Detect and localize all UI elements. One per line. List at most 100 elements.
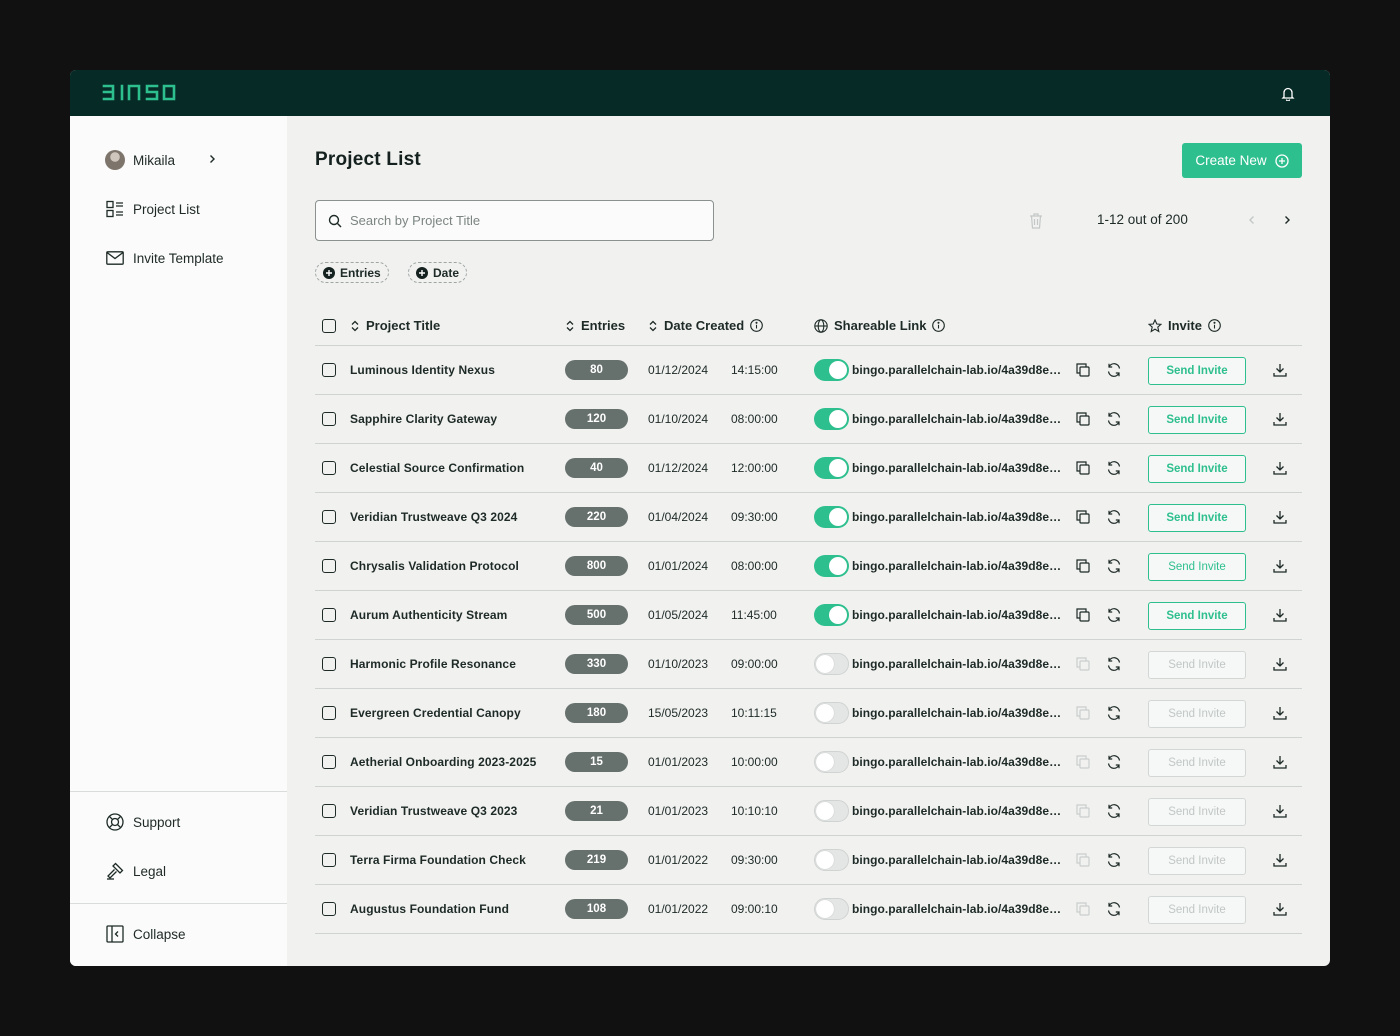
download-icon[interactable]	[1272, 509, 1288, 525]
chevron-right-icon[interactable]	[1280, 213, 1294, 227]
download-icon[interactable]	[1272, 901, 1288, 917]
link-toggle[interactable]	[814, 653, 849, 675]
project-title[interactable]: Luminous Identity Nexus	[350, 363, 495, 377]
sidebar-item-support[interactable]: Support	[105, 810, 180, 834]
link-toggle[interactable]	[814, 604, 849, 626]
sidebar-item-project-list[interactable]: Project List	[105, 197, 200, 221]
shareable-link[interactable]: bingo.parallelchain-lab.io/4a39d8e6a...	[852, 902, 1066, 916]
copy-icon[interactable]	[1075, 509, 1091, 525]
shareable-link[interactable]: bingo.parallelchain-lab.io/4a39d8e6a...	[852, 804, 1066, 818]
send-invite-button[interactable]: Send Invite	[1148, 455, 1246, 483]
link-toggle[interactable]	[814, 849, 849, 871]
link-toggle[interactable]	[814, 408, 849, 430]
filter-chip-date[interactable]: Date	[408, 262, 468, 283]
copy-icon[interactable]	[1075, 803, 1091, 819]
shareable-link[interactable]: bingo.parallelchain-lab.io/4a39d8e6a...	[852, 363, 1066, 377]
refresh-icon[interactable]	[1106, 460, 1122, 476]
project-title[interactable]: Terra Firma Foundation Check	[350, 853, 526, 867]
refresh-icon[interactable]	[1106, 558, 1122, 574]
copy-icon[interactable]	[1075, 362, 1091, 378]
refresh-icon[interactable]	[1106, 607, 1122, 623]
chevron-left-icon[interactable]	[1245, 213, 1259, 227]
refresh-icon[interactable]	[1106, 509, 1122, 525]
search-input[interactable]	[350, 213, 690, 228]
send-invite-button[interactable]: Send Invite	[1148, 798, 1246, 826]
row-checkbox[interactable]	[322, 853, 336, 867]
column-header-entries[interactable]: Entries	[565, 318, 625, 333]
refresh-icon[interactable]	[1106, 901, 1122, 917]
row-checkbox[interactable]	[322, 461, 336, 475]
copy-icon[interactable]	[1075, 705, 1091, 721]
notification-bell-icon[interactable]	[1278, 83, 1298, 103]
shareable-link[interactable]: bingo.parallelchain-lab.io/4a39d8e6a...	[852, 510, 1066, 524]
row-checkbox[interactable]	[322, 510, 336, 524]
refresh-icon[interactable]	[1106, 852, 1122, 868]
project-title[interactable]: Celestial Source Confirmation	[350, 461, 524, 475]
download-icon[interactable]	[1272, 460, 1288, 476]
refresh-icon[interactable]	[1106, 656, 1122, 672]
project-title[interactable]: Evergreen Credential Canopy	[350, 706, 521, 720]
download-icon[interactable]	[1272, 754, 1288, 770]
send-invite-button[interactable]: Send Invite	[1148, 357, 1246, 385]
row-checkbox[interactable]	[322, 902, 336, 916]
select-all-checkbox[interactable]	[322, 319, 336, 333]
refresh-icon[interactable]	[1106, 754, 1122, 770]
sidebar-item-legal[interactable]: Legal	[105, 859, 166, 883]
copy-icon[interactable]	[1075, 411, 1091, 427]
download-icon[interactable]	[1272, 705, 1288, 721]
send-invite-button[interactable]: Send Invite	[1148, 651, 1246, 679]
sidebar-item-invite-template[interactable]: Invite Template	[105, 246, 224, 270]
shareable-link[interactable]: bingo.parallelchain-lab.io/4a39d8e6a...	[852, 461, 1066, 475]
download-icon[interactable]	[1272, 558, 1288, 574]
info-icon[interactable]	[750, 319, 764, 332]
send-invite-button[interactable]: Send Invite	[1148, 553, 1246, 581]
project-title[interactable]: Veridian Trustweave Q3 2023	[350, 804, 517, 818]
copy-icon[interactable]	[1075, 754, 1091, 770]
copy-icon[interactable]	[1075, 460, 1091, 476]
search-box[interactable]	[315, 200, 714, 241]
copy-icon[interactable]	[1075, 558, 1091, 574]
row-checkbox[interactable]	[322, 657, 336, 671]
download-icon[interactable]	[1272, 362, 1288, 378]
info-icon[interactable]	[1208, 319, 1221, 332]
trash-icon[interactable]	[1028, 212, 1044, 230]
chevron-right-icon[interactable]	[206, 153, 218, 165]
column-header-title[interactable]: Project Title	[350, 318, 440, 333]
project-title[interactable]: Veridian Trustweave Q3 2024	[350, 510, 517, 524]
row-checkbox[interactable]	[322, 804, 336, 818]
filter-chip-entries[interactable]: Entries	[315, 262, 389, 283]
send-invite-button[interactable]: Send Invite	[1148, 602, 1246, 630]
link-toggle[interactable]	[814, 359, 849, 381]
row-checkbox[interactable]	[322, 559, 336, 573]
project-title[interactable]: Aurum Authenticity Stream	[350, 608, 507, 622]
link-toggle[interactable]	[814, 898, 849, 920]
send-invite-button[interactable]: Send Invite	[1148, 700, 1246, 728]
refresh-icon[interactable]	[1106, 362, 1122, 378]
shareable-link[interactable]: bingo.parallelchain-lab.io/4a39d8e6a...	[852, 559, 1066, 573]
row-checkbox[interactable]	[322, 706, 336, 720]
project-title[interactable]: Aetherial Onboarding 2023-2025	[350, 755, 536, 769]
shareable-link[interactable]: bingo.parallelchain-lab.io/4a39d8e6a...	[852, 412, 1066, 426]
send-invite-button[interactable]: Send Invite	[1148, 749, 1246, 777]
refresh-icon[interactable]	[1106, 803, 1122, 819]
create-new-button[interactable]: Create New	[1182, 143, 1302, 178]
project-title[interactable]: Chrysalis Validation Protocol	[350, 559, 519, 573]
send-invite-button[interactable]: Send Invite	[1148, 504, 1246, 532]
project-title[interactable]: Sapphire Clarity Gateway	[350, 412, 497, 426]
row-checkbox[interactable]	[322, 412, 336, 426]
link-toggle[interactable]	[814, 800, 849, 822]
copy-icon[interactable]	[1075, 901, 1091, 917]
shareable-link[interactable]: bingo.parallelchain-lab.io/4a39d8e6a...	[852, 853, 1066, 867]
download-icon[interactable]	[1272, 656, 1288, 672]
link-toggle[interactable]	[814, 457, 849, 479]
link-toggle[interactable]	[814, 702, 849, 724]
link-toggle[interactable]	[814, 506, 849, 528]
send-invite-button[interactable]: Send Invite	[1148, 896, 1246, 924]
user-menu[interactable]: Mikaila	[105, 148, 175, 172]
download-icon[interactable]	[1272, 803, 1288, 819]
project-title[interactable]: Augustus Foundation Fund	[350, 902, 509, 916]
send-invite-button[interactable]: Send Invite	[1148, 847, 1246, 875]
bingo-logo[interactable]	[101, 82, 177, 104]
copy-icon[interactable]	[1075, 656, 1091, 672]
link-toggle[interactable]	[814, 555, 849, 577]
